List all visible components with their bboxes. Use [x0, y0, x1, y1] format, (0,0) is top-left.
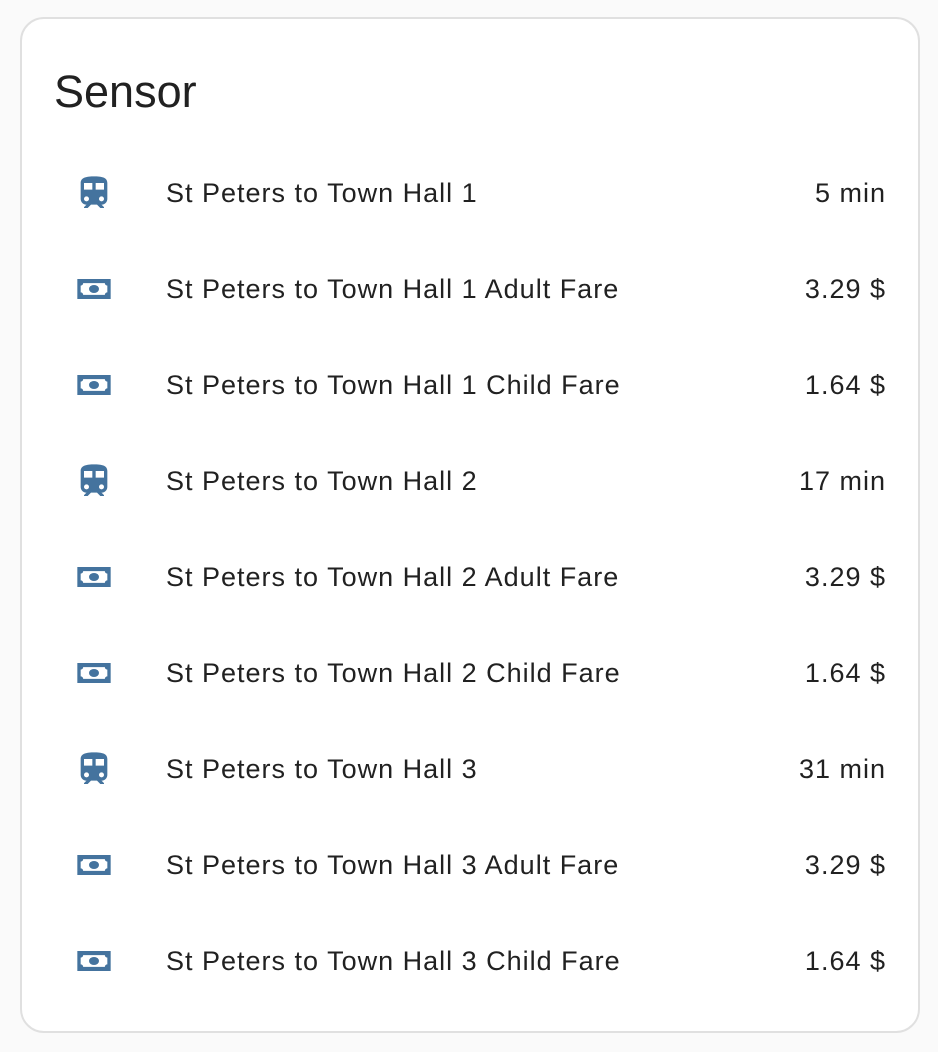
entity-name: St Peters to Town Hall 2 Child Fare	[166, 658, 621, 688]
entity-row-town-hall-1[interactable]: St Peters to Town Hall 1 5 min	[22, 145, 918, 241]
train-icon	[74, 749, 114, 789]
cash-icon	[74, 845, 114, 885]
entity-state: 3.29 $	[804, 562, 886, 592]
cash-icon	[74, 365, 114, 405]
entity-name: St Peters to Town Hall 3 Child Fare	[166, 946, 621, 976]
card-title: Sensor	[54, 66, 197, 117]
entity-state: 31 min	[798, 754, 886, 784]
entity-name: St Peters to Town Hall 3 Adult Fare	[166, 850, 620, 880]
entity-row-town-hall-3-child-fare[interactable]: St Peters to Town Hall 3 Child Fare 1.64…	[22, 913, 918, 1009]
entity-row-town-hall-3[interactable]: St Peters to Town Hall 3 31 min	[22, 721, 918, 817]
entity-name: St Peters to Town Hall 2	[166, 466, 478, 496]
sensor-card: Sensor St Peters to Town Hall 1 5 min St…	[20, 17, 920, 1033]
entity-list: St Peters to Town Hall 1 5 min St Peters…	[22, 145, 918, 1009]
cash-icon	[74, 557, 114, 597]
entity-state: 17 min	[798, 466, 886, 496]
entity-state: 5 min	[814, 178, 886, 208]
entity-row-town-hall-1-adult-fare[interactable]: St Peters to Town Hall 1 Adult Fare 3.29…	[22, 241, 918, 337]
entity-row-town-hall-2[interactable]: St Peters to Town Hall 2 17 min	[22, 433, 918, 529]
entity-state: 1.64 $	[804, 658, 886, 688]
entity-name: St Peters to Town Hall 1 Adult Fare	[166, 274, 620, 304]
cash-icon	[74, 269, 114, 309]
entity-state: 3.29 $	[804, 274, 886, 304]
entity-name: St Peters to Town Hall 3	[166, 754, 478, 784]
entity-row-town-hall-3-adult-fare[interactable]: St Peters to Town Hall 3 Adult Fare 3.29…	[22, 817, 918, 913]
entity-row-town-hall-2-child-fare[interactable]: St Peters to Town Hall 2 Child Fare 1.64…	[22, 625, 918, 721]
entity-row-town-hall-1-child-fare[interactable]: St Peters to Town Hall 1 Child Fare 1.64…	[22, 337, 918, 433]
train-icon	[74, 461, 114, 501]
entity-name: St Peters to Town Hall 2 Adult Fare	[166, 562, 620, 592]
entity-state: 3.29 $	[804, 850, 886, 880]
train-icon	[74, 173, 114, 213]
entity-name: St Peters to Town Hall 1 Child Fare	[166, 370, 621, 400]
cash-icon	[74, 941, 114, 981]
entity-name: St Peters to Town Hall 1	[166, 178, 478, 208]
entity-state: 1.64 $	[804, 370, 886, 400]
entity-state: 1.64 $	[804, 946, 886, 976]
cash-icon	[74, 653, 114, 693]
entity-row-town-hall-2-adult-fare[interactable]: St Peters to Town Hall 2 Adult Fare 3.29…	[22, 529, 918, 625]
